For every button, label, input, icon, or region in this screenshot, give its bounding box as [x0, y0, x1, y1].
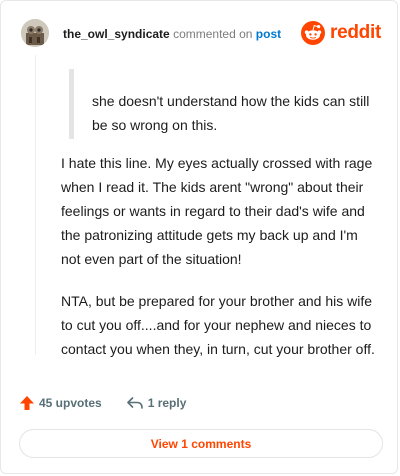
comment-paragraph-2: NTA, but be prepared for your brother an…: [61, 293, 375, 357]
action-text: commented on: [173, 27, 253, 41]
username-link[interactable]: the_owl_syndicate: [63, 27, 170, 41]
owl-avatar-icon: [21, 19, 49, 47]
reply-count: 1 reply: [147, 396, 187, 410]
reddit-snoo-icon: [301, 21, 326, 45]
quote-block: she doesn't understand how the kids can …: [69, 69, 379, 139]
reply-arrow-icon: [126, 397, 143, 409]
reddit-logo[interactable]: reddit: [301, 21, 381, 45]
comment-card: the_owl_syndicate commented on post redd…: [0, 0, 398, 474]
user-avatar[interactable]: [21, 19, 49, 47]
upvote-count: 45 upvotes: [39, 396, 102, 410]
comment-paragraph-1: I hate this line. My eyes actually cross…: [61, 155, 373, 267]
post-link[interactable]: post: [256, 27, 281, 41]
comment-body: I hate this line. My eyes actually cross…: [61, 151, 381, 379]
thread-line[interactable]: [35, 55, 36, 355]
view-comments-button[interactable]: View 1 comments: [19, 429, 383, 458]
comment-byline: the_owl_syndicate commented on post: [63, 27, 281, 41]
upvote-button[interactable]: 45 upvotes: [19, 395, 102, 411]
reddit-wordmark: reddit: [330, 22, 381, 43]
reply-button[interactable]: 1 reply: [126, 396, 187, 410]
comment-actions: 45 upvotes 1 reply: [19, 395, 210, 411]
upvote-arrow-icon: [20, 396, 34, 410]
